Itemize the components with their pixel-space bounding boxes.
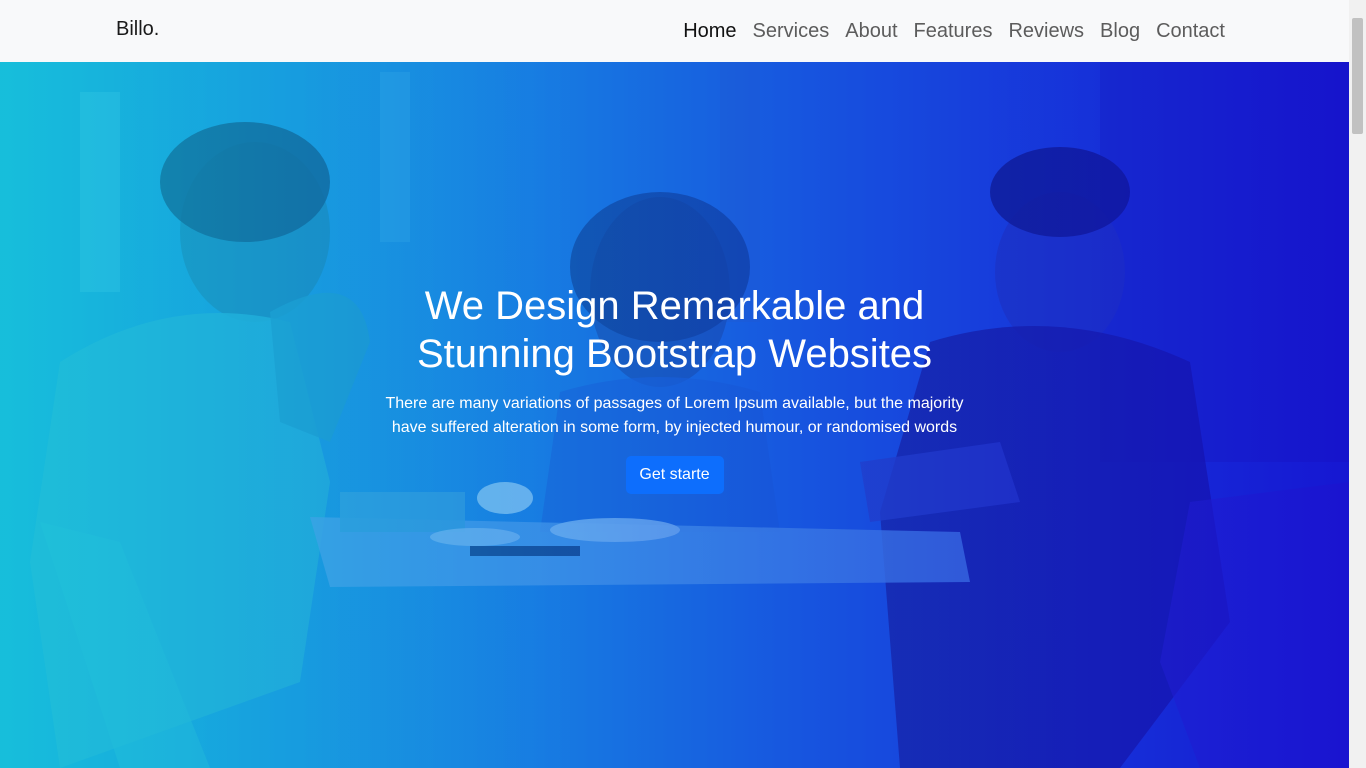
nav-links: Home Services About Features Reviews Blo…: [667, 18, 1225, 44]
hero-description: There are many variations of passages of…: [385, 395, 964, 436]
navbar: Billo. Home Services About Features Revi…: [0, 0, 1349, 62]
hero-content: We Design Remarkable and Stunning Bootst…: [0, 282, 1349, 494]
nav-link-services[interactable]: Services: [753, 18, 830, 44]
page-scrollbar[interactable]: [1349, 0, 1366, 768]
nav-link-features[interactable]: Features: [914, 18, 993, 44]
scrollbar-thumb[interactable]: [1352, 18, 1363, 134]
nav-link-contact[interactable]: Contact: [1156, 18, 1225, 44]
nav-link-reviews[interactable]: Reviews: [1008, 18, 1084, 44]
hero-section: We Design Remarkable and Stunning Bootst…: [0, 62, 1349, 768]
get-started-button[interactable]: Get starte: [625, 456, 724, 494]
nav-link-home[interactable]: Home: [683, 18, 736, 44]
brand-logo[interactable]: Billo.: [116, 18, 159, 41]
hero-title: We Design Remarkable and Stunning Bootst…: [416, 284, 933, 376]
nav-link-blog[interactable]: Blog: [1100, 18, 1140, 44]
nav-link-about[interactable]: About: [845, 18, 897, 44]
